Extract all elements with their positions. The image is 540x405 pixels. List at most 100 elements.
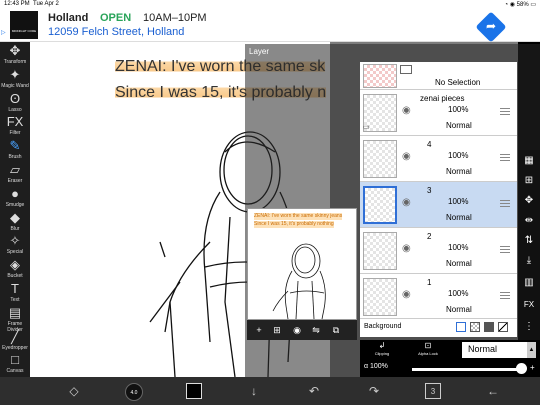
layer-opacity: 100% [448,289,469,298]
lasso-icon: ʘ [9,90,21,106]
layer-action-bar: ▦ ⊞ ✥ ⇹ ⇅ ⤓ ▥ FX ⋮ [518,150,540,340]
background-label: Background [364,323,402,330]
layer-panel: Layer ZENAI: I've worn the same skinny j… [245,44,540,377]
tool-label: Bucket [7,273,23,280]
tool-label: Transform [3,59,27,65]
visibility-eye-icon[interactable]: ◉ [402,105,411,116]
lock-icon: ⊡ [424,341,432,350]
blend-mode-select[interactable]: Normal [462,342,528,358]
layer-row-2[interactable]: 2 ◉ 100% Normal [360,228,517,274]
tool-label: Eraser [7,178,23,184]
quick-menu-icon[interactable]: ◇ [66,383,82,399]
visibility-eye-icon[interactable]: ◉ [402,151,411,162]
checkerboard-icon[interactable]: ▦ [522,154,536,168]
special-icon: ✧ [9,233,21,249]
clipping-button[interactable]: ↲ Clipping [360,340,404,360]
delete-icon[interactable]: ▥ [522,276,536,290]
ad-address[interactable]: 12059 Felch Street, Holland [48,26,184,38]
bg-none-swatch[interactable] [498,322,508,332]
background-row: Background [360,318,517,334]
tool-label: Smudge [5,201,25,208]
alpha-lock-button[interactable]: ⊡ Alpha Lock [406,340,450,360]
pages-button[interactable]: 3 [425,383,441,399]
drag-handle-icon[interactable] [500,200,510,207]
filter-icon: FX [6,114,24,130]
opacity-bar: α 100% + [360,360,540,377]
tool-label: Special [6,249,24,256]
drag-handle-icon[interactable] [500,108,510,115]
blur-icon: ◆ [10,209,20,225]
text-icon: T [11,281,19,296]
camera-icon[interactable]: ◉ [291,324,303,336]
layer-thumbnail [363,64,397,88]
visibility-eye-icon[interactable]: ◉ [402,197,411,208]
flip-vertical-icon[interactable]: ⇅ [522,234,536,248]
add-layer-box-icon[interactable]: ⊞ [271,324,283,336]
layer-thumbnail [363,186,397,224]
opacity-plus-icon[interactable]: + [530,363,535,372]
tool-label: Brush [8,154,22,161]
layer-row-no-selection[interactable]: No Selection [360,62,517,90]
blend-mode-arrow-icon[interactable]: ▲ [527,342,536,358]
folder-icon: ▭ [363,124,370,131]
layer-thumbnail [363,140,397,178]
add-layer-icon[interactable]: + [253,324,265,336]
opacity-slider[interactable] [412,368,522,371]
preview-sketch [272,243,326,320]
ad-title[interactable]: Holland [48,12,88,24]
magic-wand-icon: ✦ [9,66,21,82]
tool-sidebar: ✥ Transform ✦ Magic Wand ʘ Lasso FX Filter ✎ Brus… [0,42,30,377]
flip-horizontal-icon[interactable]: ⇹ [522,214,536,228]
bg-white-swatch[interactable] [456,322,466,332]
ad-hours: 10AM–10PM [143,12,207,24]
fx-icon[interactable]: FX [522,298,536,312]
layer-opacity: 100% [448,151,469,160]
color-swatch[interactable] [186,383,202,399]
opacity-slider-knob[interactable] [516,363,527,374]
visibility-eye-icon[interactable]: ◉ [402,243,411,254]
visibility-eye-icon[interactable]: ◉ [402,289,411,300]
layer-thumbnail [363,232,397,270]
tool-label: Text [10,297,20,303]
layer-row-folder[interactable]: ▭ zenai pieces ◉ 100% Normal [360,90,517,136]
ad-info-icon[interactable]: ▷ [1,29,6,36]
layer-row-4[interactable]: 4 ◉ 100% Normal [360,136,517,182]
preview-caption-1: ZENAI: I've worn the same skinny jeans [254,213,343,220]
layer-panel-title: Layer [249,47,270,56]
ad-open-badge: OPEN [100,12,132,24]
layer-row-1[interactable]: 1 ◉ 100% Normal [360,274,517,320]
layer-number: 2 [427,232,432,241]
layer-opacity: 100% [448,197,469,206]
more-options-icon[interactable]: ⋮ [522,320,536,334]
ad-banner[interactable]: MIDNIGHT CORE ▷ Holland OPEN 10AM–10PM 1… [0,9,540,43]
flip-horizontal-icon[interactable]: ⇋ [310,324,322,336]
layer-name: zenai pieces [420,94,465,103]
transform-icon[interactable]: ⧉ [330,324,342,336]
undo-icon[interactable]: ↶ [306,383,322,399]
drag-handle-icon[interactable] [500,246,510,253]
eyedropper-icon: ╱ [11,328,19,344]
brush-size-button[interactable]: 4.0 [125,383,143,401]
layer-select-icon[interactable]: ⊞ [522,174,536,188]
smudge-icon: ● [11,185,19,201]
merge-down-icon[interactable]: ⤓ [522,254,536,268]
ad-logo: MIDNIGHT CORE [10,11,38,39]
back-arrow-icon[interactable]: ← [485,383,501,399]
redo-icon[interactable]: ↷ [366,383,382,399]
bg-checker-swatch[interactable] [470,322,480,332]
layer-blend-mode: Normal [446,121,472,130]
move-icon[interactable]: ✥ [522,194,536,208]
drag-handle-icon[interactable] [500,292,510,299]
layer-preview: ZENAI: I've worn the same skinny jeans S… [247,208,357,320]
tool-label: Canvas [6,368,24,375]
bg-dark-swatch[interactable] [484,322,494,332]
layer-blend-mode: Normal [446,259,472,268]
drag-handle-icon[interactable] [500,154,510,161]
tool-label: Magic Wand [1,82,29,89]
clipping-icon: ↲ [378,341,386,350]
layer-thumbnail [363,278,397,316]
eraser-icon: ▱ [10,162,20,177]
down-arrow-icon[interactable]: ↓ [246,383,262,399]
no-selection-label: No Selection [435,78,481,87]
layer-row-3[interactable]: 3 ◉ 100% Normal [360,182,517,228]
